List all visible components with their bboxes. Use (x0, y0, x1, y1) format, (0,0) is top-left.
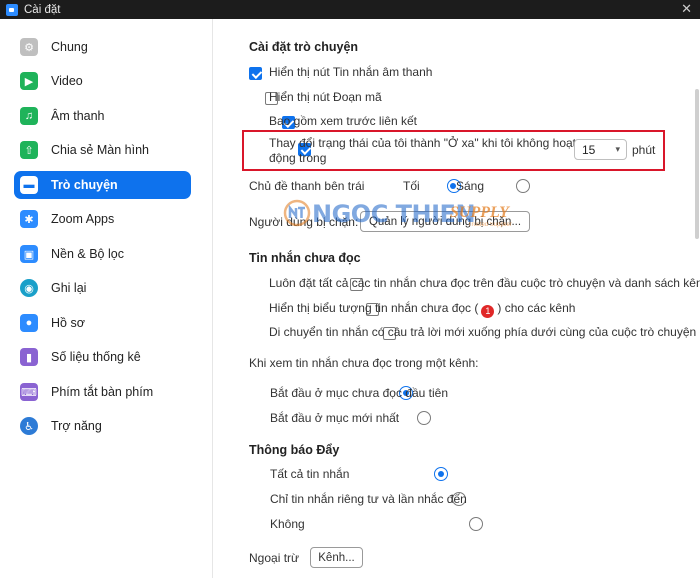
away-minutes-value: 15 (582, 142, 596, 157)
unread-on-top-label: Luôn đặt tất cả các tin nhắn chưa đọc tr… (269, 276, 700, 290)
settings-sidebar: ⚙ Chung ▶ Video ♫ Âm thanh ⇧ Chia sẻ Màn… (0, 19, 213, 578)
zoom-apps-icon: ✱ (20, 210, 38, 228)
unread-title: Tin nhắn chưa đọc (249, 251, 361, 265)
sidebar-item-video[interactable]: ▶ Video (14, 67, 191, 95)
chat-settings-panel: Cài đặt trò chuyện Hiển thị nút Tin nhắn… (214, 19, 700, 578)
unread-count-badge: 1 (481, 305, 495, 318)
sidebar-item-label: Chung (51, 40, 88, 54)
start-first-unread-label: Bắt đầu ở mục chưa đọc đầu tiên (270, 386, 449, 400)
push-none-label: Không (270, 517, 305, 531)
profile-icon: ● (20, 314, 38, 332)
sidebar-item-keyboard-shortcuts[interactable]: ⌨ Phím tắt bàn phím (14, 378, 191, 406)
sidebar-item-label: Chia sẻ Màn hình (51, 143, 149, 157)
away-minutes-unit: phút (632, 143, 656, 157)
sidebar-item-share-screen[interactable]: ⇧ Chia sẻ Màn hình (14, 136, 191, 164)
sidebar-item-general[interactable]: ⚙ Chung (14, 33, 191, 61)
scrollbar[interactable] (692, 19, 700, 578)
sidebar-item-label: Số liệu thống kê (51, 350, 141, 364)
away-status-label-line1: Thay đổi trạng thái của tôi thành "Ở xa"… (269, 136, 576, 150)
chat-settings-title: Cài đặt trò chuyện (249, 40, 359, 54)
code-snippet-label: Hiển thị nút Đoạn mã (269, 90, 382, 104)
sidebar-item-profile[interactable]: ● Hồ sơ (14, 309, 191, 337)
sidebar-item-statistics[interactable]: ▮ Số liệu thống kê (14, 343, 191, 371)
push-private-mentions-label: Chỉ tin nhắn riêng tư và lần nhắc đến (270, 492, 467, 506)
theme-dark-label: Tối (403, 179, 420, 193)
blocked-users-label: Người dùng bị chặn: (249, 215, 359, 229)
chevron-down-icon: ▾ (615, 144, 620, 154)
keyboard-icon: ⌨ (20, 383, 38, 401)
sidebar-item-label: Video (51, 74, 83, 88)
chat-icon: ▬ (20, 176, 38, 194)
sidebar-item-label: Trò chuyện (51, 178, 118, 192)
video-icon: ▶ (20, 72, 38, 90)
close-icon[interactable]: ✕ (681, 1, 692, 17)
share-screen-icon: ⇧ (20, 141, 38, 159)
channels-button[interactable]: Kênh... (310, 547, 363, 568)
sidebar-item-recording[interactable]: ◉ Ghi lại (14, 274, 191, 302)
zoom-app-icon (6, 3, 18, 16)
scrollbar-thumb[interactable] (695, 89, 699, 239)
theme-light-label: Sáng (456, 179, 485, 193)
away-minutes-select[interactable]: 15 ▾ (574, 139, 627, 160)
sidebar-item-accessibility[interactable]: ♿ Trợ năng (14, 412, 191, 440)
push-notification-title: Thông báo Đẩy (249, 443, 340, 457)
away-status-label-line2: động trong (269, 151, 327, 165)
window-title: Cài đặt (24, 3, 61, 16)
push-all-messages-label: Tất cả tin nhắn (270, 467, 350, 481)
start-latest-label: Bắt đầu ở mục mới nhất (270, 411, 400, 425)
unread-badge-label-before: Hiển thị biểu tượng tin nhắn chưa đọc ( (269, 301, 479, 315)
sidebar-item-label: Trợ năng (51, 419, 102, 433)
push-none-radio[interactable] (469, 517, 484, 531)
link-preview-label: Bao gồm xem trước liên kết (269, 114, 417, 128)
push-all-messages-radio[interactable] (434, 467, 449, 481)
background-filter-icon: ▣ (20, 245, 38, 263)
audio-message-label: Hiển thị nút Tin nhắn âm thanh (269, 65, 433, 79)
move-replies-label: Di chuyển tin nhắn có câu trả lời mới xu… (269, 325, 697, 339)
sidebar-item-label: Nền & Bộ lọc (51, 247, 124, 261)
theme-light-radio[interactable] (516, 179, 531, 193)
except-label: Ngoại trừ (249, 551, 300, 565)
manage-blocked-users-label: Quản lý người dùng bị chặn... (368, 215, 522, 228)
sidebar-item-chat[interactable]: ▬ Trò chuyện (14, 171, 191, 199)
sidebar-item-label: Zoom Apps (51, 212, 115, 226)
sidebar-item-label: Âm thanh (51, 109, 105, 123)
sidebar-theme-label: Chủ đề thanh bên trái (249, 179, 365, 193)
window-titlebar: Cài đặt ✕ (0, 0, 700, 19)
unread-badge-label-after: ) cho các kênh (497, 301, 576, 315)
sidebar-item-zoom-apps[interactable]: ✱ Zoom Apps (14, 205, 191, 233)
viewing-unread-title: Khi xem tin nhắn chưa đọc trong một kênh… (249, 356, 479, 370)
sidebar-item-audio[interactable]: ♫ Âm thanh (14, 102, 191, 130)
sidebar-item-label: Phím tắt bàn phím (51, 385, 154, 399)
start-latest-radio[interactable] (416, 411, 431, 425)
channels-button-label: Kênh... (318, 551, 355, 564)
sidebar-item-label: Hồ sơ (51, 316, 85, 330)
manage-blocked-users-button[interactable]: Quản lý người dùng bị chặn... (360, 211, 530, 232)
sidebar-item-background-filters[interactable]: ▣ Nền & Bộ lọc (14, 240, 191, 268)
record-icon: ◉ (20, 279, 38, 297)
gear-icon: ⚙ (20, 38, 38, 56)
statistics-icon: ▮ (20, 348, 38, 366)
audio-message-checkbox[interactable] (249, 67, 262, 80)
headphones-icon: ♫ (20, 107, 38, 125)
unread-badge-label: Hiển thị biểu tượng tin nhắn chưa đọc (1… (269, 301, 575, 318)
accessibility-icon: ♿ (20, 417, 38, 435)
sidebar-item-label: Ghi lại (51, 281, 87, 295)
